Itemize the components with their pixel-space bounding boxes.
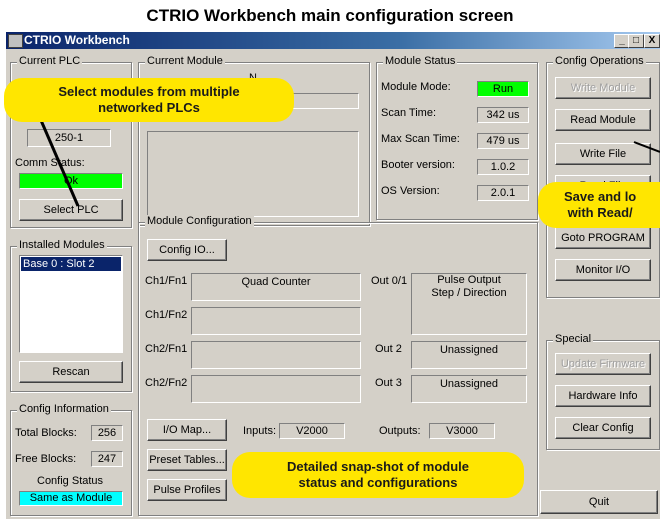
scan-time-value: 342 us [477,107,529,123]
ch1-fn1-label: Ch1/Fn1 [145,275,188,287]
total-blocks-label: Total Blocks: [15,427,77,439]
current-module-field [289,93,359,109]
booter-version-value: 1.0.2 [477,159,529,175]
config-information-legend: Config Information [17,403,111,415]
out-2-value: Unassigned [411,341,527,369]
read-module-button[interactable]: Read Module [555,109,651,131]
booter-version-label: Booter version: [381,159,455,171]
special-legend: Special [553,333,594,345]
module-status-group: Module Status Module Mode: Run Scan Time… [376,55,538,220]
module-configuration-legend: Module Configuration [145,215,254,227]
config-io-button[interactable]: Config IO... [147,239,227,261]
comm-status-label: Comm Status: [15,157,85,169]
figure-caption: CTRIO Workbench main configuration scree… [146,6,514,25]
monitor-io-button[interactable]: Monitor I/O [555,259,651,281]
ch2-fn1-value [191,341,361,369]
free-blocks-value: 247 [91,451,123,467]
select-plc-button[interactable]: Select PLC [19,199,123,221]
ch1-fn2-value [191,307,361,335]
out-0-1-label: Out 0/1 [371,275,408,287]
out-2-label: Out 2 [375,343,402,355]
rescan-button[interactable]: Rescan [19,361,123,383]
io-map-button[interactable]: I/O Map... [147,419,227,441]
out-3-label: Out 3 [375,377,402,389]
installed-modules-list[interactable]: Base 0 : Slot 2 [19,255,123,353]
os-version-value: 2.0.1 [477,185,529,201]
module-status-legend: Module Status [383,55,458,67]
special-group: Special Update Firmware Hardware Info Cl… [546,333,660,450]
title-bar[interactable]: CTRIO Workbench _ □ X [6,32,660,49]
outputs-label: Outputs: [379,425,421,437]
free-blocks-label: Free Blocks: [15,453,77,465]
ch1-fn1-value: Quad Counter [191,273,361,301]
max-scan-time-value: 479 us [477,133,529,149]
ch2-fn1-label: Ch2/Fn1 [145,343,188,355]
installed-modules-legend: Installed Modules [17,239,107,251]
save-callout: Save and lo with Read/ [538,182,660,228]
status-callout: Detailed snap-shot of module status and … [232,452,524,498]
module-list-item[interactable]: Base 0 : Slot 2 [21,257,121,271]
config-operations-legend: Config Operations [553,55,646,67]
module-mode-value: Run [477,81,529,97]
installed-modules-group: Installed Modules Base 0 : Slot 2 Rescan [10,239,132,392]
clear-config-button[interactable]: Clear Config [555,417,651,439]
scan-time-label: Scan Time: [381,107,437,119]
current-module-legend: Current Module [145,55,225,67]
quit-button[interactable]: Quit [540,490,658,514]
goto-program-button[interactable]: Goto PROGRAM [555,227,651,249]
app-icon [8,34,23,48]
ch2-fn2-label: Ch2/Fn2 [145,377,188,389]
preset-tables-button[interactable]: Preset Tables... [147,449,227,471]
os-version-label: OS Version: [381,185,440,197]
config-status-indicator: Same as Module [19,491,123,506]
config-operations-group: Config Operations Write Module Read Modu… [546,55,660,298]
config-information-group: Config Information Total Blocks: 256 Fre… [10,403,132,516]
total-blocks-value: 256 [91,425,123,441]
config-status-label: Config Status [37,475,104,487]
pulse-profiles-button[interactable]: Pulse Profiles [147,479,227,501]
out-3-value: Unassigned [411,375,527,403]
module-mode-label: Module Mode: [381,81,451,93]
write-module-button[interactable]: Write Module [555,77,651,99]
maximize-button[interactable]: □ [628,34,644,48]
outputs-value: V3000 [429,423,495,439]
ch1-fn2-label: Ch1/Fn2 [145,309,188,321]
write-file-button[interactable]: Write File [555,143,651,165]
max-scan-time-label: Max Scan Time: [381,133,460,145]
out-0-1-value: Pulse Output Step / Direction [411,273,527,335]
current-module-description [147,131,359,217]
ch2-fn2-value [191,375,361,403]
plc-value: 250-1 [27,129,111,147]
current-plc-legend: Current PLC [17,55,83,67]
inputs-value: V2000 [279,423,345,439]
hardware-info-button[interactable]: Hardware Info [555,385,651,407]
close-button[interactable]: X [644,34,660,48]
comm-status-indicator: Ok [19,173,123,189]
update-firmware-button[interactable]: Update Firmware [555,353,651,375]
inputs-label: Inputs: [243,425,277,437]
plc-callout: Select modules from multiple networked P… [4,78,294,122]
window-title: CTRIO Workbench [24,33,130,47]
